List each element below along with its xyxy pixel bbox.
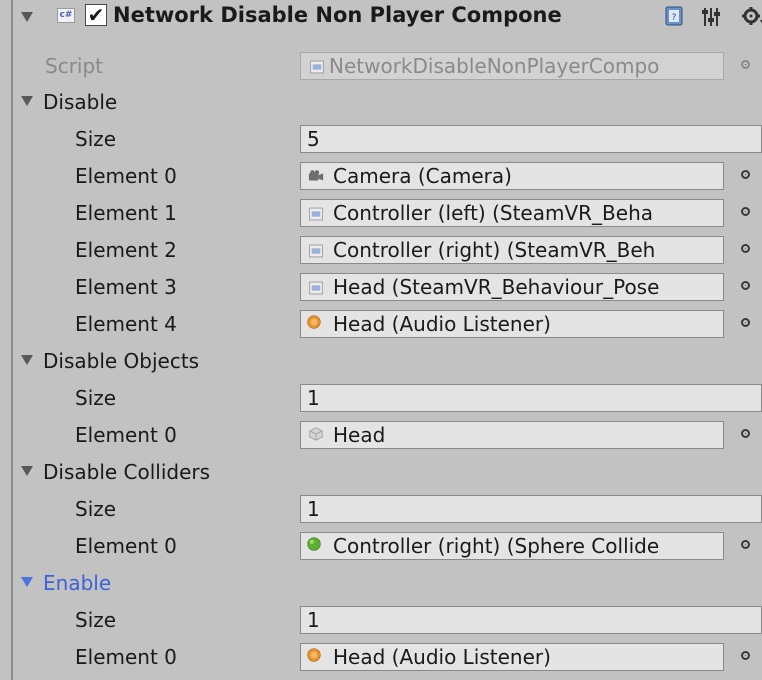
size-label: Size xyxy=(75,127,117,151)
object-picker-icon[interactable] xyxy=(741,170,750,179)
svg-text:?: ? xyxy=(672,13,677,23)
script-icon xyxy=(309,244,323,258)
disable-colliders-size-input[interactable]: 1 xyxy=(300,495,762,523)
element-label: Element 0 xyxy=(75,423,177,447)
disable-element-4-field[interactable]: Head (Audio Listener) xyxy=(300,310,724,338)
object-picker-icon[interactable] xyxy=(741,281,750,290)
audio-listener-icon xyxy=(307,315,321,329)
disable-element-2-row: Element 2 Controller (right) (SteamVR_Be… xyxy=(13,232,762,269)
disable-objects-size-input[interactable]: 1 xyxy=(300,384,762,412)
disable-size-row: Size 5 xyxy=(13,121,762,158)
object-picker-icon[interactable] xyxy=(741,244,750,253)
script-label: Script xyxy=(45,54,104,78)
gameobject-cube-icon xyxy=(309,427,323,441)
disable-element-0-row: Element 0 Camera (Camera) xyxy=(13,158,762,195)
preset-sliders-icon[interactable] xyxy=(701,6,721,28)
disable-colliders-foldout-arrow-icon[interactable] xyxy=(21,466,33,476)
disable-element-3-row: Element 3 Head (SteamVR_Behaviour_Pose xyxy=(13,269,762,306)
disable-element-1-field[interactable]: Controller (left) (SteamVR_Beha xyxy=(300,199,724,227)
element-label: Element 0 xyxy=(75,645,177,669)
disable-objects-element-0-value: Head xyxy=(333,423,386,447)
disable-size-input[interactable]: 5 xyxy=(300,125,762,153)
disable-objects-size-row: Size 1 xyxy=(13,380,762,417)
disable-objects-foldout[interactable]: Disable Objects xyxy=(13,343,762,380)
foldout-arrow-icon[interactable] xyxy=(21,12,33,22)
disable-element-3-field[interactable]: Head (SteamVR_Behaviour_Pose xyxy=(300,273,724,301)
sphere-collider-icon xyxy=(307,537,321,551)
enable-size-input[interactable]: 1 xyxy=(300,606,762,634)
component-title: Network Disable Non Player Compone xyxy=(113,3,562,27)
component-enabled-checkbox[interactable]: ✔ xyxy=(85,4,107,26)
script-icon xyxy=(309,281,323,295)
disable-objects-element-0-field[interactable]: Head xyxy=(300,421,724,449)
disable-colliders-element-0-row: Element 0 Controller (right) (Sphere Col… xyxy=(13,528,762,565)
disable-element-4-row: Element 4 Head (Audio Listener) xyxy=(13,306,762,343)
disable-foldout[interactable]: Disable xyxy=(13,84,762,121)
object-picker-icon[interactable] xyxy=(741,651,750,660)
enable-label: Enable xyxy=(43,571,112,595)
object-picker-icon[interactable] xyxy=(741,318,750,327)
enable-size-row: Size 1 xyxy=(13,602,762,639)
disable-colliders-element-0-value: Controller (right) (Sphere Collide xyxy=(333,534,660,558)
element-label: Element 0 xyxy=(75,534,177,558)
size-label: Size xyxy=(75,497,117,521)
disable-element-4-value: Head (Audio Listener) xyxy=(333,312,551,336)
script-field[interactable]: NetworkDisableNonPlayerCompo xyxy=(300,52,724,80)
object-picker-icon[interactable] xyxy=(741,540,750,549)
element-label: Element 1 xyxy=(75,201,177,225)
camera-icon xyxy=(308,170,324,181)
disable-objects-foldout-arrow-icon[interactable] xyxy=(21,355,33,365)
script-file-icon xyxy=(310,60,324,74)
script-value: NetworkDisableNonPlayerCompo xyxy=(329,54,660,78)
disable-objects-element-0-row: Element 0 Head xyxy=(13,417,762,454)
script-icon xyxy=(309,207,323,221)
disable-element-2-value: Controller (right) (SteamVR_Beh xyxy=(333,238,656,262)
script-object-picker-icon[interactable] xyxy=(741,60,750,69)
disable-label: Disable xyxy=(43,90,118,114)
object-picker-icon[interactable] xyxy=(741,207,750,216)
element-label: Element 2 xyxy=(75,238,177,262)
size-label: Size xyxy=(75,608,117,632)
disable-colliders-foldout[interactable]: Disable Colliders xyxy=(13,454,762,491)
disable-colliders-element-0-field[interactable]: Controller (right) (Sphere Collide xyxy=(300,532,724,560)
disable-element-3-value: Head (SteamVR_Behaviour_Pose xyxy=(333,275,660,299)
disable-colliders-label: Disable Colliders xyxy=(43,460,211,484)
element-label: Element 0 xyxy=(75,164,177,188)
disable-element-0-field[interactable]: Camera (Camera) xyxy=(300,162,724,190)
disable-objects-label: Disable Objects xyxy=(43,349,200,373)
cs-script-icon: c# xyxy=(57,8,75,23)
size-label: Size xyxy=(75,386,117,410)
disable-element-0-value: Camera (Camera) xyxy=(333,164,512,188)
audio-listener-icon xyxy=(307,648,321,662)
element-label: Element 4 xyxy=(75,312,177,336)
enable-foldout[interactable]: Enable xyxy=(13,565,762,602)
script-row: Script NetworkDisableNonPlayerCompo xyxy=(13,48,762,85)
disable-element-1-value: Controller (left) (SteamVR_Beha xyxy=(333,201,654,225)
disable-colliders-size-row: Size 1 xyxy=(13,491,762,528)
help-book-icon[interactable]: ? xyxy=(665,6,683,26)
inspector-panel: c# ✔ Network Disable Non Player Compone … xyxy=(11,0,762,680)
component-header[interactable]: c# ✔ Network Disable Non Player Compone … xyxy=(13,0,762,37)
disable-foldout-arrow-icon[interactable] xyxy=(21,96,33,106)
element-label: Element 3 xyxy=(75,275,177,299)
disable-element-2-field[interactable]: Controller (right) (SteamVR_Beh xyxy=(300,236,724,264)
enable-element-0-field[interactable]: Head (Audio Listener) xyxy=(300,643,724,671)
enable-element-0-value: Head (Audio Listener) xyxy=(333,645,551,669)
enable-element-0-row: Element 0 Head (Audio Listener) xyxy=(13,639,762,676)
settings-gear-icon[interactable] xyxy=(741,6,762,28)
disable-element-1-row: Element 1 Controller (left) (SteamVR_Beh… xyxy=(13,195,762,232)
enable-foldout-arrow-icon[interactable] xyxy=(21,577,33,587)
object-picker-icon[interactable] xyxy=(741,429,750,438)
